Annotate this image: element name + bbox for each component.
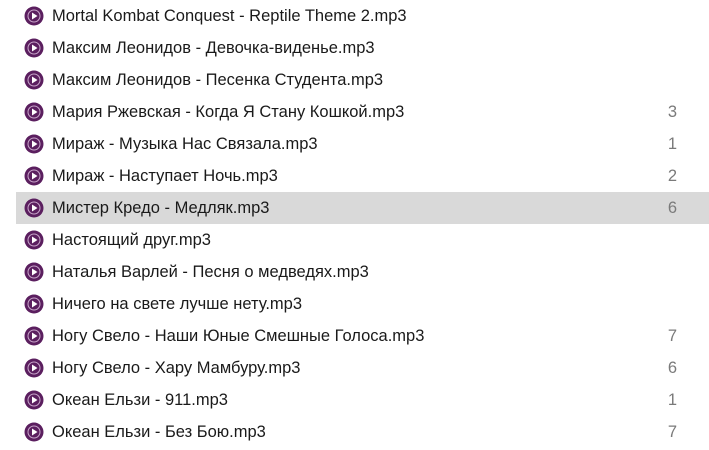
music-file-play-icon <box>24 198 44 218</box>
file-row[interactable]: Океан Ельзи - 911.mp3 1 <box>16 384 709 416</box>
file-count: 7 <box>667 327 677 345</box>
music-file-play-icon <box>24 422 44 442</box>
file-name: Максим Леонидов - Девочка-виденье.mp3 <box>52 39 375 57</box>
file-row[interactable]: Океан Ельзи - Без Бою.mp3 7 <box>16 416 709 448</box>
music-file-play-icon <box>24 134 44 154</box>
file-name: Мираж - Наступает Ночь.mp3 <box>52 167 278 185</box>
file-name: Наталья Варлей - Песня о медведях.mp3 <box>52 263 369 281</box>
music-file-play-icon <box>24 38 44 58</box>
file-row[interactable]: Настоящий друг.mp3 <box>16 224 709 256</box>
music-file-play-icon <box>24 166 44 186</box>
music-file-play-icon <box>24 230 44 250</box>
file-name: Ногу Свело - Хару Мамбуру.mp3 <box>52 359 301 377</box>
file-row[interactable]: Мистер Кредо - Медляк.mp3 6 <box>16 192 709 224</box>
file-row[interactable]: Ногу Свело - Хару Мамбуру.mp3 6 <box>16 352 709 384</box>
file-count: 3 <box>667 103 677 121</box>
music-file-play-icon <box>24 390 44 410</box>
file-name: Максим Леонидов - Песенка Студента.mp3 <box>52 71 384 89</box>
file-count: 2 <box>667 167 677 185</box>
file-name: Океан Ельзи - Без Бою.mp3 <box>52 423 266 441</box>
music-file-play-icon <box>24 70 44 90</box>
file-name: Мистер Кредо - Медляк.mp3 <box>52 199 270 217</box>
file-row[interactable]: Наталья Варлей - Песня о медведях.mp3 <box>16 256 709 288</box>
file-row[interactable]: Ничего на свете лучше нету.mp3 <box>16 288 709 320</box>
file-count: 6 <box>667 359 677 377</box>
file-row[interactable]: Ногу Свело - Наши Юные Смешные Голоса.mp… <box>16 320 709 352</box>
file-row[interactable]: Mortal Kombat Conquest - Reptile Theme 2… <box>16 0 709 32</box>
music-file-play-icon <box>24 326 44 346</box>
music-file-play-icon <box>24 102 44 122</box>
file-row[interactable]: Мираж - Музыка Нас Связала.mp3 1 <box>16 128 709 160</box>
file-name: Мираж - Музыка Нас Связала.mp3 <box>52 135 318 153</box>
music-file-play-icon <box>24 294 44 314</box>
file-name: Ногу Свело - Наши Юные Смешные Голоса.mp… <box>52 327 425 345</box>
file-count: 7 <box>667 423 677 441</box>
file-row[interactable]: Максим Леонидов - Песенка Студента.mp3 <box>16 64 709 96</box>
file-row[interactable]: Максим Леонидов - Девочка-виденье.mp3 <box>16 32 709 64</box>
file-name: Mortal Kombat Conquest - Reptile Theme 2… <box>52 7 407 25</box>
file-count: 1 <box>667 135 677 153</box>
file-name: Настоящий друг.mp3 <box>52 231 211 249</box>
music-file-play-icon <box>24 358 44 378</box>
file-name: Мария Ржевская - Когда Я Стану Кошкой.mp… <box>52 103 405 121</box>
file-name: Океан Ельзи - 911.mp3 <box>52 391 228 409</box>
music-file-play-icon <box>24 262 44 282</box>
file-list: Mortal Kombat Conquest - Reptile Theme 2… <box>16 0 709 448</box>
file-count: 1 <box>667 391 677 409</box>
file-count: 6 <box>667 199 677 217</box>
file-row[interactable]: Мираж - Наступает Ночь.mp3 2 <box>16 160 709 192</box>
music-file-play-icon <box>24 6 44 26</box>
file-name: Ничего на свете лучше нету.mp3 <box>52 295 303 313</box>
file-row[interactable]: Мария Ржевская - Когда Я Стану Кошкой.mp… <box>16 96 709 128</box>
